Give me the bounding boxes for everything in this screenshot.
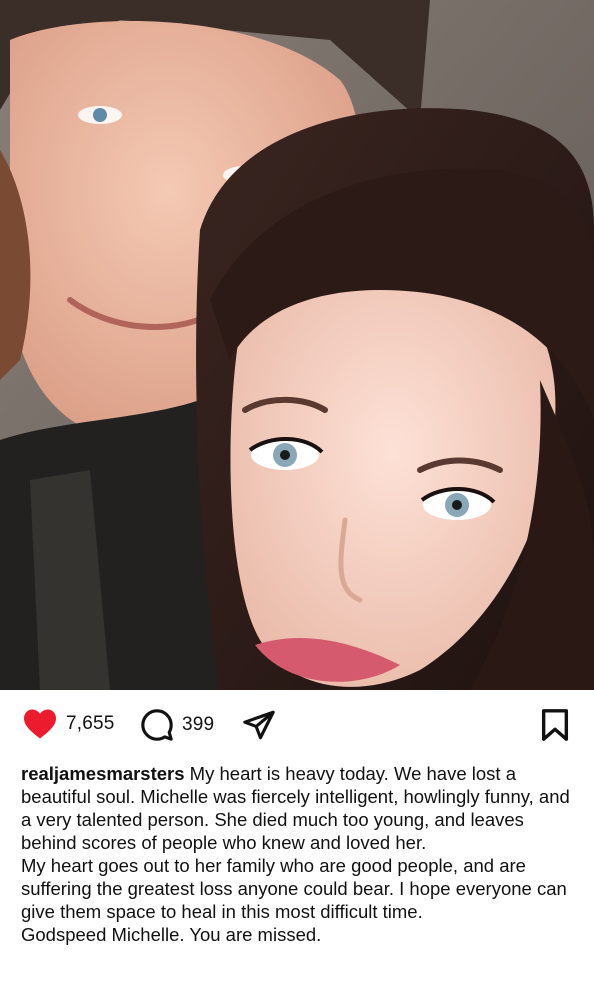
heart-filled-icon	[24, 709, 56, 739]
like-button[interactable]: 7,655	[22, 708, 115, 740]
caption-paragraph: realjamesmarsters My heart is heavy toda…	[21, 762, 577, 854]
comment-icon	[141, 709, 173, 741]
bookmark-icon	[541, 709, 569, 741]
send-icon	[243, 710, 275, 740]
comment-button[interactable]: 399	[140, 708, 214, 742]
likes-count: 7,655	[66, 713, 115, 734]
post-photo[interactable]	[0, 0, 594, 690]
username-link[interactable]: realjamesmarsters	[21, 763, 185, 784]
save-button[interactable]	[540, 708, 570, 742]
caption-paragraph: Godspeed Michelle. You are missed.	[21, 924, 322, 945]
post-caption: realjamesmarsters My heart is heavy toda…	[21, 762, 577, 946]
caption-paragraph: My heart goes out to her family who are …	[21, 855, 567, 922]
comments-count: 399	[182, 714, 215, 735]
post-actions-bar: 7,655 399	[0, 690, 594, 760]
share-button[interactable]	[242, 708, 276, 742]
photo-icon	[0, 0, 594, 690]
